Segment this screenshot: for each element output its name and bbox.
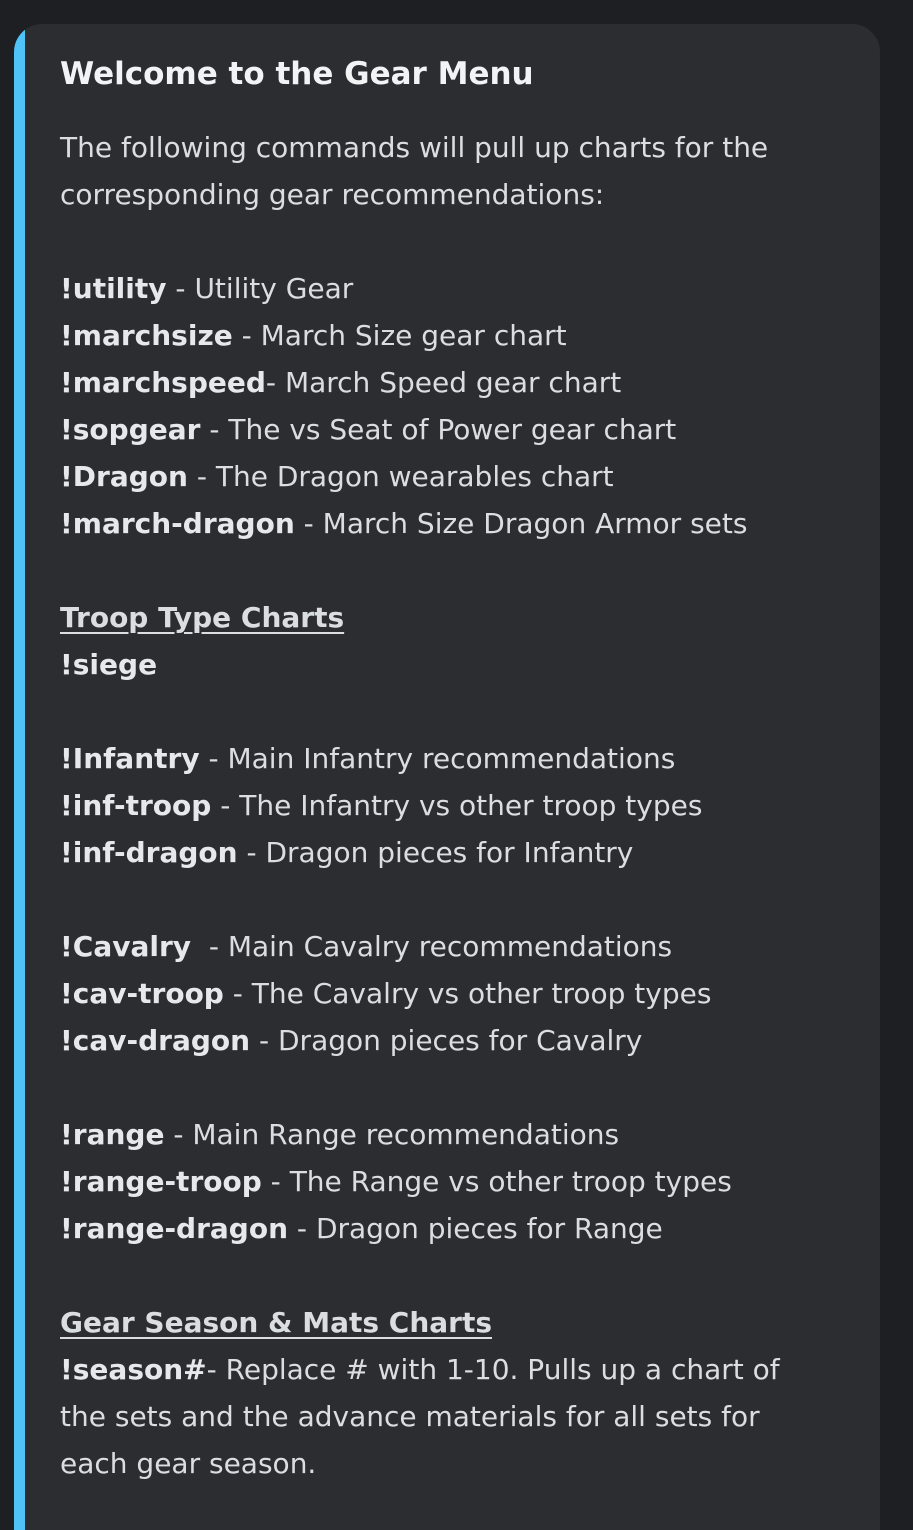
command-description: March Size Dragon Armor sets: [322, 507, 748, 540]
command-row-dragon: !Dragon - The Dragon wearables chart: [60, 453, 844, 500]
command-separator: -: [250, 1024, 278, 1057]
command-description: Replace # with 1-10. Pulls up a chart of: [225, 1353, 780, 1386]
command-row-range: !range - Main Range recommendations: [60, 1111, 844, 1158]
command-separator: -: [191, 930, 228, 963]
command-separator: -: [232, 319, 261, 352]
command-separator: -: [166, 272, 195, 305]
command-separator: -: [164, 1118, 193, 1151]
command-row-march-dragon: !march-dragon - March Size Dragon Armor …: [60, 500, 844, 547]
command-description: The Range vs other troop types: [289, 1165, 732, 1198]
season-description-line-2: the sets and the advance materials for a…: [60, 1400, 760, 1433]
command-description: Dragon pieces for Range: [315, 1212, 663, 1245]
command-name: !range-troop: [60, 1165, 262, 1198]
command-row-range-dragon: !range-dragon - Dragon pieces for Range: [60, 1205, 844, 1252]
command-description: Main Cavalry recommendations: [227, 930, 673, 963]
command-description: Main Infantry recommendations: [227, 742, 676, 775]
command-name: !marchspeed: [60, 366, 266, 399]
command-separator: -: [265, 366, 285, 399]
command-row-inf-troop: !inf-troop - The Infantry vs other troop…: [60, 782, 844, 829]
command-name: !march-dragon: [60, 507, 295, 540]
intro-line-2: corresponding gear recommendations:: [60, 178, 605, 211]
command-row-marchspeed: !marchspeed- March Speed gear chart: [60, 359, 844, 406]
command-row-inf-dragon: !inf-dragon - Dragon pieces for Infantry: [60, 829, 844, 876]
command-separator: -: [294, 507, 323, 540]
command-name: !utility: [60, 272, 167, 305]
command-name: !cav-dragon: [60, 1024, 251, 1057]
command-separator: -: [206, 1353, 226, 1386]
command-separator: -: [223, 977, 252, 1010]
command-separator: -: [187, 460, 216, 493]
command-name: !inf-dragon: [60, 836, 238, 869]
embed-accent-bar: [14, 24, 25, 1530]
command-separator: -: [261, 1165, 290, 1198]
command-description: Dragon pieces for Infantry: [265, 836, 634, 869]
command-row-marchsize: !marchsize - March Size gear chart: [60, 312, 844, 359]
command-name: !sopgear: [60, 413, 201, 446]
command-name: !siege: [60, 648, 158, 681]
command-row-cav-dragon: !cav-dragon - Dragon pieces for Cavalry: [60, 1017, 844, 1064]
command-name: !Infantry: [60, 742, 200, 775]
intro-line-1: The following commands will pull up char…: [60, 131, 769, 164]
command-name: !Dragon: [60, 460, 188, 493]
command-separator: -: [200, 413, 229, 446]
command-separator: -: [288, 1212, 316, 1245]
command-row-siege: !siege: [60, 641, 844, 688]
command-row-utility: !utility - Utility Gear: [60, 265, 844, 312]
command-description: Utility Gear: [194, 272, 354, 305]
command-separator: -: [211, 789, 240, 822]
embed-body: Welcome to the Gear Menu The following c…: [60, 54, 844, 1487]
command-description: The Dragon wearables chart: [215, 460, 614, 493]
command-name: !Cavalry: [60, 930, 192, 963]
command-name: !marchsize: [60, 319, 233, 352]
season-description-line-3: each gear season.: [60, 1447, 317, 1480]
command-description: Dragon pieces for Cavalry: [278, 1024, 643, 1057]
command-row-cavalry: !Cavalry - Main Cavalry recommendations: [60, 923, 844, 970]
command-description: March Speed gear chart: [284, 366, 622, 399]
troop-type-heading-row: Troop Type Charts: [60, 594, 844, 641]
command-description: Main Range recommendations: [192, 1118, 620, 1151]
command-row-season: !season#- Replace # with 1-10. Pulls up …: [60, 1346, 844, 1393]
command-separator: -: [237, 836, 266, 869]
section-heading-troop-types: Troop Type Charts: [60, 601, 345, 634]
section-heading-gear-season: Gear Season & Mats Charts: [60, 1306, 493, 1339]
command-description: March Size gear chart: [260, 319, 567, 352]
command-name: !cav-troop: [60, 977, 224, 1010]
command-name: !range-dragon: [60, 1212, 289, 1245]
command-description: The vs Seat of Power gear chart: [228, 413, 677, 446]
gear-menu-embed: Welcome to the Gear Menu The following c…: [14, 24, 880, 1530]
command-description: The Infantry vs other troop types: [239, 789, 703, 822]
embed-description: The following commands will pull up char…: [60, 124, 844, 1487]
embed-title: Welcome to the Gear Menu: [60, 56, 534, 92]
command-name: !inf-troop: [60, 789, 212, 822]
command-separator: -: [199, 742, 228, 775]
command-row-infantry: !Infantry - Main Infantry recommendation…: [60, 735, 844, 782]
command-description: The Cavalry vs other troop types: [251, 977, 712, 1010]
command-name: !season#: [60, 1353, 207, 1386]
command-row-cav-troop: !cav-troop - The Cavalry vs other troop …: [60, 970, 844, 1017]
command-row-sopgear: !sopgear - The vs Seat of Power gear cha…: [60, 406, 844, 453]
gear-season-heading-row: Gear Season & Mats Charts: [60, 1299, 844, 1346]
command-name: !range: [60, 1118, 165, 1151]
command-row-range-troop: !range-troop - The Range vs other troop …: [60, 1158, 844, 1205]
